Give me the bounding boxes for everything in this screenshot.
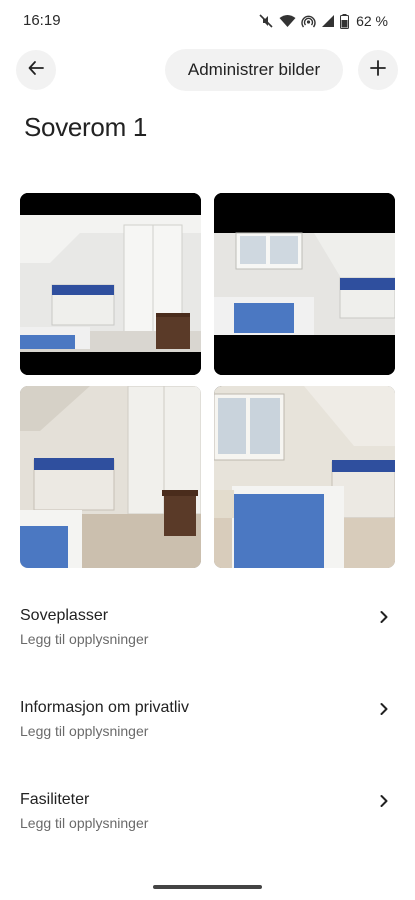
section-sleeping-arrangements[interactable]: Soveplasser Legg til opplysninger — [20, 607, 395, 667]
add-button[interactable] — [358, 50, 398, 90]
back-button[interactable] — [16, 50, 56, 90]
section-subtitle: Legg til opplysninger — [20, 631, 149, 647]
plus-icon — [369, 59, 387, 82]
status-time: 16:19 — [23, 12, 61, 29]
status-bar: 16:19 62 % — [0, 0, 415, 40]
wifi-icon — [279, 14, 296, 28]
section-title: Informasjon om privatliv — [20, 699, 189, 716]
chevron-right-icon — [379, 794, 389, 813]
section-subtitle: Legg til opplysninger — [20, 815, 149, 831]
arrow-left-icon — [27, 59, 45, 82]
chevron-right-icon — [379, 702, 389, 721]
mute-icon — [258, 13, 274, 29]
battery-percentage: 62 % — [356, 13, 388, 29]
bedroom-photo-2[interactable] — [214, 193, 395, 375]
bedroom-photo-1[interactable] — [20, 193, 201, 375]
section-amenities[interactable]: Fasiliteter Legg til opplysninger — [20, 791, 395, 851]
page-title: Soverom 1 — [24, 112, 148, 142]
chevron-right-icon — [379, 610, 389, 629]
bedroom-photo-4[interactable] — [214, 386, 395, 568]
section-title: Soveplasser — [20, 607, 109, 624]
status-icons: 62 % — [258, 11, 388, 31]
section-subtitle: Legg til opplysninger — [20, 723, 149, 739]
signal-icon — [321, 14, 335, 28]
section-privacy-information[interactable]: Informasjon om privatliv Legg til opplys… — [20, 699, 395, 759]
battery-icon — [340, 13, 350, 29]
home-indicator[interactable] — [153, 885, 262, 889]
section-title: Fasiliteter — [20, 791, 90, 808]
bedroom-photo-3[interactable] — [20, 386, 201, 568]
manage-photos-button[interactable]: Administrer bilder — [165, 49, 343, 91]
hotspot-icon — [301, 14, 316, 29]
